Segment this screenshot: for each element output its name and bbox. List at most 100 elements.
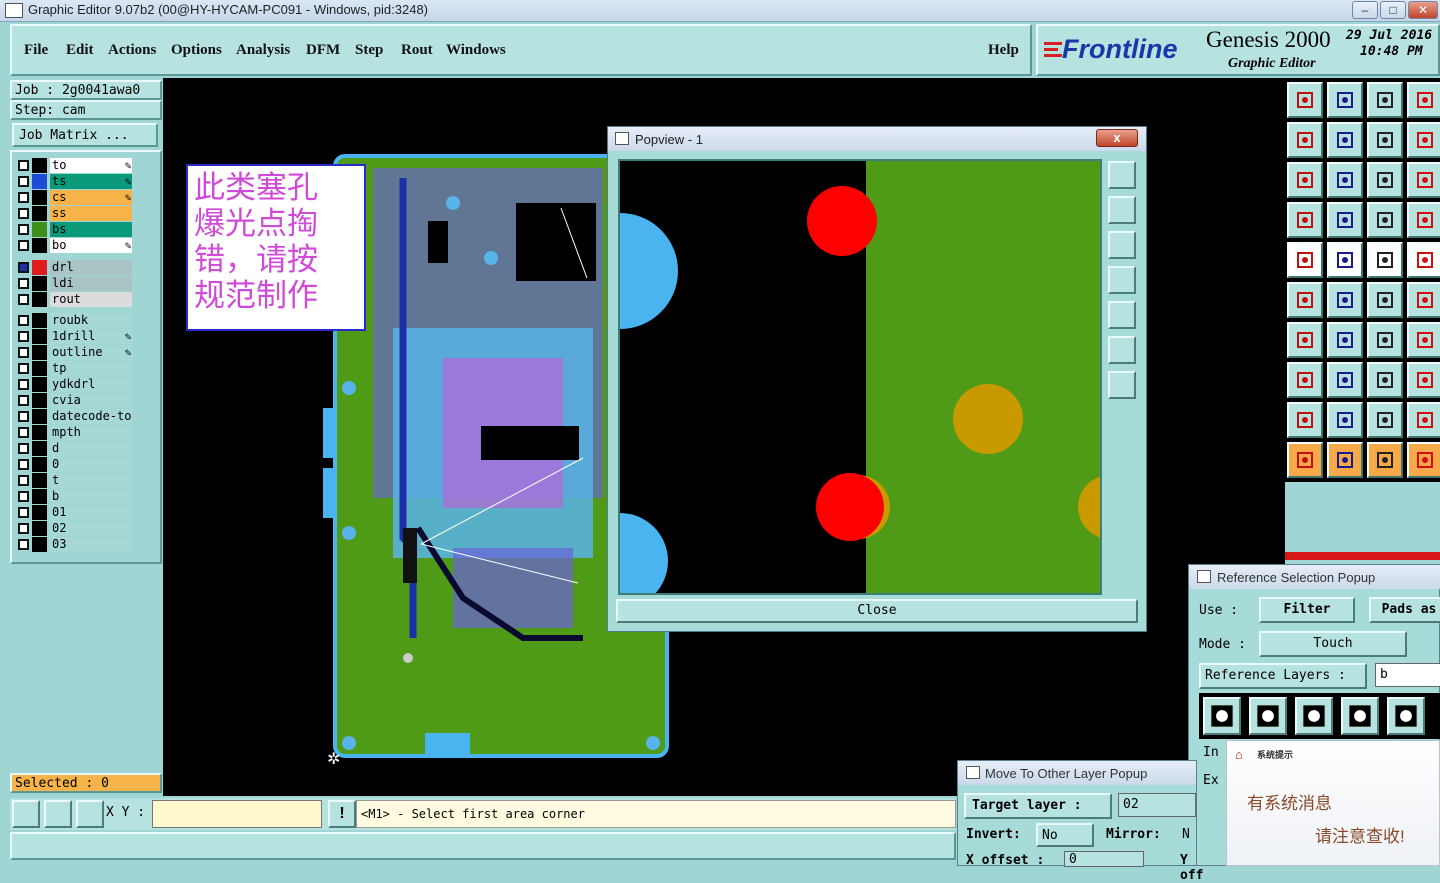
layer-row-ldi[interactable]: ldi [16, 276, 134, 291]
job-matrix-button[interactable]: Job Matrix ... [12, 123, 158, 147]
tool-cross-icon[interactable] [1327, 282, 1363, 318]
layer-name[interactable]: 0 [50, 457, 132, 472]
layer-row-03[interactable]: 03 [16, 537, 134, 552]
tool-paste-icon[interactable] [1327, 82, 1363, 118]
layer-checkbox[interactable] [18, 491, 29, 502]
layer-color-swatch[interactable] [32, 441, 47, 456]
snap-icon[interactable] [12, 800, 40, 828]
pan-right-icon[interactable] [1108, 301, 1136, 329]
layer-row-cs[interactable]: cs ✎ [16, 190, 134, 205]
layer-checkbox[interactable] [18, 475, 29, 486]
tool-fit-icon[interactable] [1287, 162, 1323, 198]
system-message-toast[interactable]: ⌂ 系统提示 有系统消息 请注意查收! [1226, 740, 1440, 866]
layer-checkbox[interactable] [18, 427, 29, 438]
layer-row-datecode-to[interactable]: datecode-to [16, 409, 134, 424]
layer-checkbox[interactable] [18, 315, 29, 326]
menu-step[interactable]: Step [355, 42, 383, 59]
tool-help-icon[interactable] [1407, 162, 1440, 198]
tool-color-icon[interactable] [1327, 242, 1363, 278]
layer-checkbox[interactable] [18, 240, 29, 251]
tool-center-icon[interactable] [1327, 162, 1363, 198]
layer-color-swatch[interactable] [32, 393, 47, 408]
pan-down-icon[interactable] [1108, 231, 1136, 259]
layer-checkbox[interactable] [18, 176, 29, 187]
layer-color-swatch[interactable] [32, 345, 47, 360]
layer-checkbox[interactable] [18, 523, 29, 534]
layer-row-0[interactable]: 0 [16, 457, 134, 472]
tool-ruler-icon[interactable] [1367, 242, 1403, 278]
layer-name[interactable]: ts [50, 174, 132, 189]
popview-canvas[interactable] [618, 159, 1102, 595]
layer-color-swatch[interactable] [32, 329, 47, 344]
pads-as-button[interactable]: Pads as [1369, 597, 1440, 623]
layer-row-tp[interactable]: tp [16, 361, 134, 376]
layer-row-02[interactable]: 02 [16, 521, 134, 536]
layer-name[interactable]: cvia [50, 393, 132, 408]
tool-text-icon[interactable] [1407, 322, 1440, 358]
layer-name[interactable]: roubk [50, 313, 132, 328]
layer-row-cvia[interactable]: cvia [16, 393, 134, 408]
layer-row-bs[interactable]: bs [16, 222, 134, 237]
layer-color-swatch[interactable] [32, 457, 47, 472]
menu-actions[interactable]: Actions [108, 42, 156, 59]
tool-grid-red-icon[interactable] [1367, 202, 1403, 238]
menu-help[interactable]: Help [988, 42, 1019, 59]
window-close-button[interactable]: ✕ [1408, 1, 1438, 19]
layer-name[interactable]: 01 [50, 505, 132, 520]
tool-grid-red2-icon[interactable] [1407, 202, 1440, 238]
layer-row-mpth[interactable]: mpth [16, 425, 134, 440]
layer-row-roubk[interactable]: roubk [16, 313, 134, 328]
layer-name[interactable]: to [50, 158, 132, 173]
layer-row-b[interactable]: b [16, 489, 134, 504]
layer-name[interactable]: b [50, 489, 132, 504]
layer-name[interactable]: datecode-to [50, 409, 132, 424]
maximize-button[interactable]: □ [1380, 1, 1406, 19]
tool-line-point-icon[interactable] [1367, 282, 1403, 318]
menu-dfm[interactable]: DFM [306, 42, 340, 59]
minimize-button[interactable]: – [1352, 1, 1378, 19]
layer-color-swatch[interactable] [32, 425, 47, 440]
layer-color-swatch[interactable] [32, 505, 47, 520]
tool-copy2-icon[interactable] [1407, 362, 1440, 398]
layer-color-swatch[interactable] [32, 489, 47, 504]
layer-checkbox[interactable] [18, 192, 29, 203]
layer-row-ydkdrl[interactable]: ydkdrl [16, 377, 134, 392]
menu-options[interactable]: Options [171, 42, 222, 59]
alert-button[interactable]: ! [328, 800, 356, 828]
layer-color-swatch[interactable] [32, 238, 47, 253]
tool-box-icon[interactable] [1367, 362, 1403, 398]
line-type-icon[interactable] [1203, 697, 1241, 735]
layer-row-t[interactable]: t [16, 473, 134, 488]
x-offset-input[interactable]: 0 [1064, 851, 1144, 867]
tool-measure-icon[interactable] [1287, 202, 1323, 238]
tool-pad-select-icon[interactable] [1287, 242, 1323, 278]
tool-split-icon[interactable] [1407, 122, 1440, 158]
zoom-home-icon[interactable] [1108, 161, 1136, 189]
layer-row-1drill[interactable]: 1drill ✎ [16, 329, 134, 344]
layer-checkbox[interactable] [18, 459, 29, 470]
layer-row-outline[interactable]: outline ✎ [16, 345, 134, 360]
layer-color-swatch[interactable] [32, 377, 47, 392]
layer-name[interactable]: drl [50, 260, 132, 275]
layer-name[interactable]: d [50, 441, 132, 456]
layer-checkbox[interactable] [18, 347, 29, 358]
layer-color-swatch[interactable] [32, 222, 47, 237]
menu-analysis[interactable]: Analysis [236, 42, 290, 59]
pan-left-icon[interactable] [1108, 266, 1136, 294]
layer-row-ts[interactable]: ts ✎ [16, 174, 134, 189]
layer-name[interactable]: 1drill [50, 329, 132, 344]
layer-checkbox[interactable] [18, 363, 29, 374]
tool-swap-icon[interactable] [1367, 122, 1403, 158]
zoom-out-icon[interactable] [1108, 371, 1136, 399]
arc-type-icon[interactable] [1341, 697, 1379, 735]
target-layer-input[interactable]: 02 [1118, 793, 1196, 817]
layer-name[interactable]: mpth [50, 425, 132, 440]
layer-checkbox[interactable] [18, 294, 29, 305]
layer-name[interactable]: bs [50, 222, 132, 237]
tool-route-icon[interactable] [1407, 442, 1440, 478]
mirror-value[interactable]: N [1182, 827, 1190, 842]
layer-name[interactable]: ss [50, 206, 132, 221]
measure-icon[interactable] [44, 800, 72, 828]
layer-name[interactable]: t [50, 473, 132, 488]
menu-rout[interactable]: Rout [401, 42, 433, 59]
